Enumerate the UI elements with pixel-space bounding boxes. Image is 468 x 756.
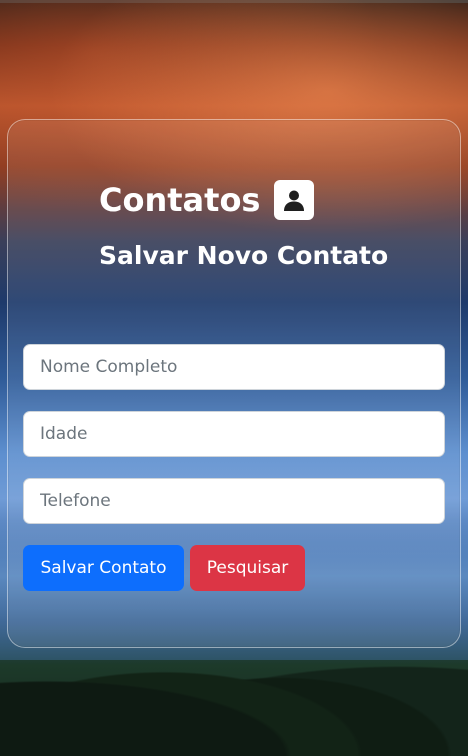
save-contact-button[interactable]: Salvar Contato [23,545,184,591]
age-input[interactable] [23,411,445,457]
page-title: Contatos [99,181,261,219]
person-square-icon [274,180,315,220]
form-subtitle: Salvar Novo Contato [99,241,389,270]
full-name-input[interactable] [23,344,445,390]
title-row: Contatos [99,178,315,222]
phone-input[interactable] [23,478,445,524]
search-button[interactable]: Pesquisar [190,545,305,591]
